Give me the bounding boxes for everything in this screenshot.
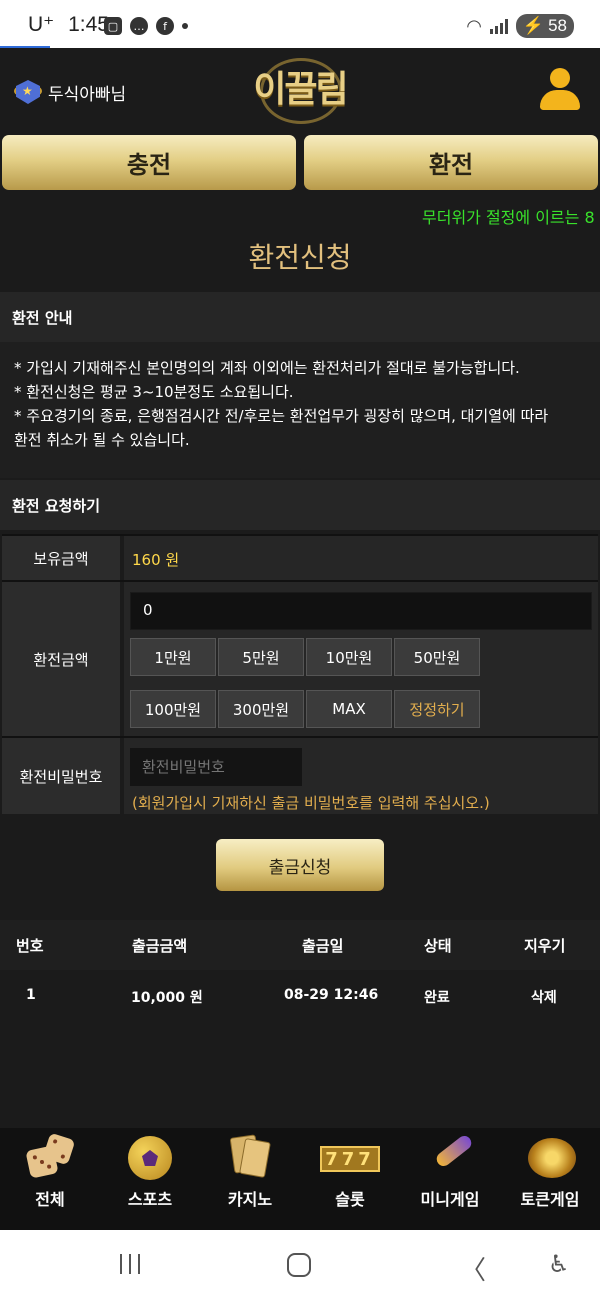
column-header-delete: 지우기 [524,937,566,955]
password-cell: (회원가입시 기재하신 출금 비밀번호를 입력해 주십시오.) [124,738,598,814]
slot-machine-icon: 777 [320,1134,380,1180]
exchange-button[interactable]: 환전 [304,135,598,190]
password-note: (회원가입시 기재하신 출금 비밀번호를 입력해 주십시오.) [132,794,490,812]
nav-label: 토큰게임 [520,1190,580,1209]
nav-label: 전체 [35,1190,65,1209]
nav-label: 스포츠 [127,1190,173,1209]
site-header: ★ 두식아빠님 이끌림 [0,48,600,134]
nav-all[interactable]: 전체 [0,1128,100,1230]
password-row: 환전비밀번호 (회원가입시 기재하신 출금 비밀번호를 입력해 주십시오.) [2,736,598,814]
page-title: 환전신청 [248,241,352,274]
slot-icon-text: 777 [320,1146,380,1172]
dice-icon [25,1132,76,1180]
username: 두식아빠님 [48,84,127,105]
info-body: * 가입시 기재해주신 본인명의의 계좌 이외에는 환전처리가 절대로 불가능합… [0,342,600,478]
battery-indicator: ⚡ 58 [515,14,574,38]
charge-button[interactable]: 충전 [2,135,296,190]
user-info[interactable]: ★ 두식아빠님 [14,78,126,106]
amount-label: 환전금액 [2,582,120,736]
row-amount: 10,000 원 [131,990,203,1006]
info-line: * 가입시 기재해주신 본인명의의 계좌 이외에는 환전처리가 절대로 불가능합… [14,359,520,377]
notice-marquee: 무더위가 절정에 이르는 8 [422,208,595,227]
rocket-icon [426,1133,475,1180]
status-bar: U⁺ 1:45 ▢ … f ◠ ⚡ 58 [0,0,600,48]
status-time-group: U⁺ 1:45 [28,12,109,37]
nav-slot[interactable]: 777 슬롯 [300,1128,400,1230]
column-header-no: 번호 [16,937,44,955]
wifi-icon: ◠ [466,15,482,37]
nav-minigame[interactable]: 미니게임 [400,1128,500,1230]
cards-icon [226,1134,274,1180]
charging-icon: ⚡ [522,16,545,35]
reset-amount-button[interactable]: 정정하기 [394,690,480,728]
column-header-status: 상태 [424,937,452,955]
balance-row: 보유금액 160 원 [2,534,598,580]
notification-icons: ▢ … f [104,17,188,35]
info-heading: 환전 안내 [0,292,600,342]
balance-cell: 160 원 [124,536,598,580]
withdraw-submit-button[interactable]: 출금신청 [216,839,384,891]
nav-casino[interactable]: 카지노 [200,1128,300,1230]
system-nav-bar: 〈 ♿ [0,1230,600,1300]
battery-level: 58 [548,16,567,35]
info-line: 환전 취소가 될 수 있습니다. [14,431,190,449]
chip-3m-button[interactable]: 300만원 [218,690,304,728]
chat-icon: … [130,17,148,35]
chip-50k-button[interactable]: 5만원 [218,638,304,676]
accessibility-icon[interactable]: ♿ [548,1250,570,1278]
bottom-nav: 전체 스포츠 카지노 777 슬롯 미니게임 토큰게임 [0,1128,600,1230]
logo-text: 이끌림 [253,69,348,110]
withdraw-password-input[interactable] [130,748,302,786]
recent-apps-button[interactable] [120,1254,140,1274]
amount-input[interactable]: 0 [130,592,592,630]
password-label: 환전비밀번호 [2,738,120,814]
chip-500k-button[interactable]: 50만원 [394,638,480,676]
rank-medal-icon: ★ [14,78,42,106]
column-header-date: 출금일 [302,937,344,955]
facebook-icon: f [156,17,174,35]
balance-label: 보유금액 [2,536,120,580]
home-button[interactable] [287,1253,311,1277]
nav-label: 슬롯 [335,1190,365,1209]
chip-100k-button[interactable]: 10만원 [306,638,392,676]
row-delete-button[interactable]: 삭제 [531,987,557,1007]
nav-label: 카지노 [227,1190,273,1209]
signal-icon [489,18,508,34]
system-icons: ◠ ⚡ 58 [466,14,574,38]
chip-10k-button[interactable]: 1만원 [130,638,216,676]
profile-icon[interactable] [540,68,580,112]
row-date: 08-29 12:46 [284,987,379,1003]
roulette-icon [526,1134,576,1180]
status-time: 1:45 [68,13,109,36]
carrier-label: U⁺ [28,13,55,36]
back-button[interactable]: 〈 [460,1250,486,1287]
history-table-header: 번호 출금금액 출금일 상태 지우기 [0,920,600,970]
amount-cell: 0 1만원 5만원 10만원 50만원 100만원 300만원 MAX 정정하기 [124,582,598,736]
info-line: * 주요경기의 종료, 은행점검시간 전/후로는 환전업무가 굉장히 많으며, … [14,407,549,425]
site-logo[interactable]: 이끌림 [240,50,360,124]
row-status: 완료 [424,990,450,1006]
row-no: 1 [26,987,36,1003]
chip-1m-button[interactable]: 100만원 [130,690,216,728]
chip-max-button[interactable]: MAX [306,690,392,728]
column-header-amount: 출금금액 [132,937,188,955]
amount-row: 환전금액 0 1만원 5만원 10만원 50만원 100만원 300만원 MAX… [2,580,598,736]
screenshot-icon: ▢ [104,17,122,35]
balance-value: 160 원 [132,551,180,569]
table-row: 1 10,000 원 08-29 12:46 완료 삭제 [0,972,600,1028]
nav-sports[interactable]: 스포츠 [100,1128,200,1230]
more-dot-icon [182,23,188,29]
soccer-ball-icon [126,1134,174,1180]
nav-token-game[interactable]: 토큰게임 [500,1128,600,1230]
request-heading: 환전 요청하기 [0,480,600,530]
info-line: * 환전신청은 평균 3~10분정도 소요됩니다. [14,383,294,401]
nav-label: 미니게임 [420,1190,480,1209]
